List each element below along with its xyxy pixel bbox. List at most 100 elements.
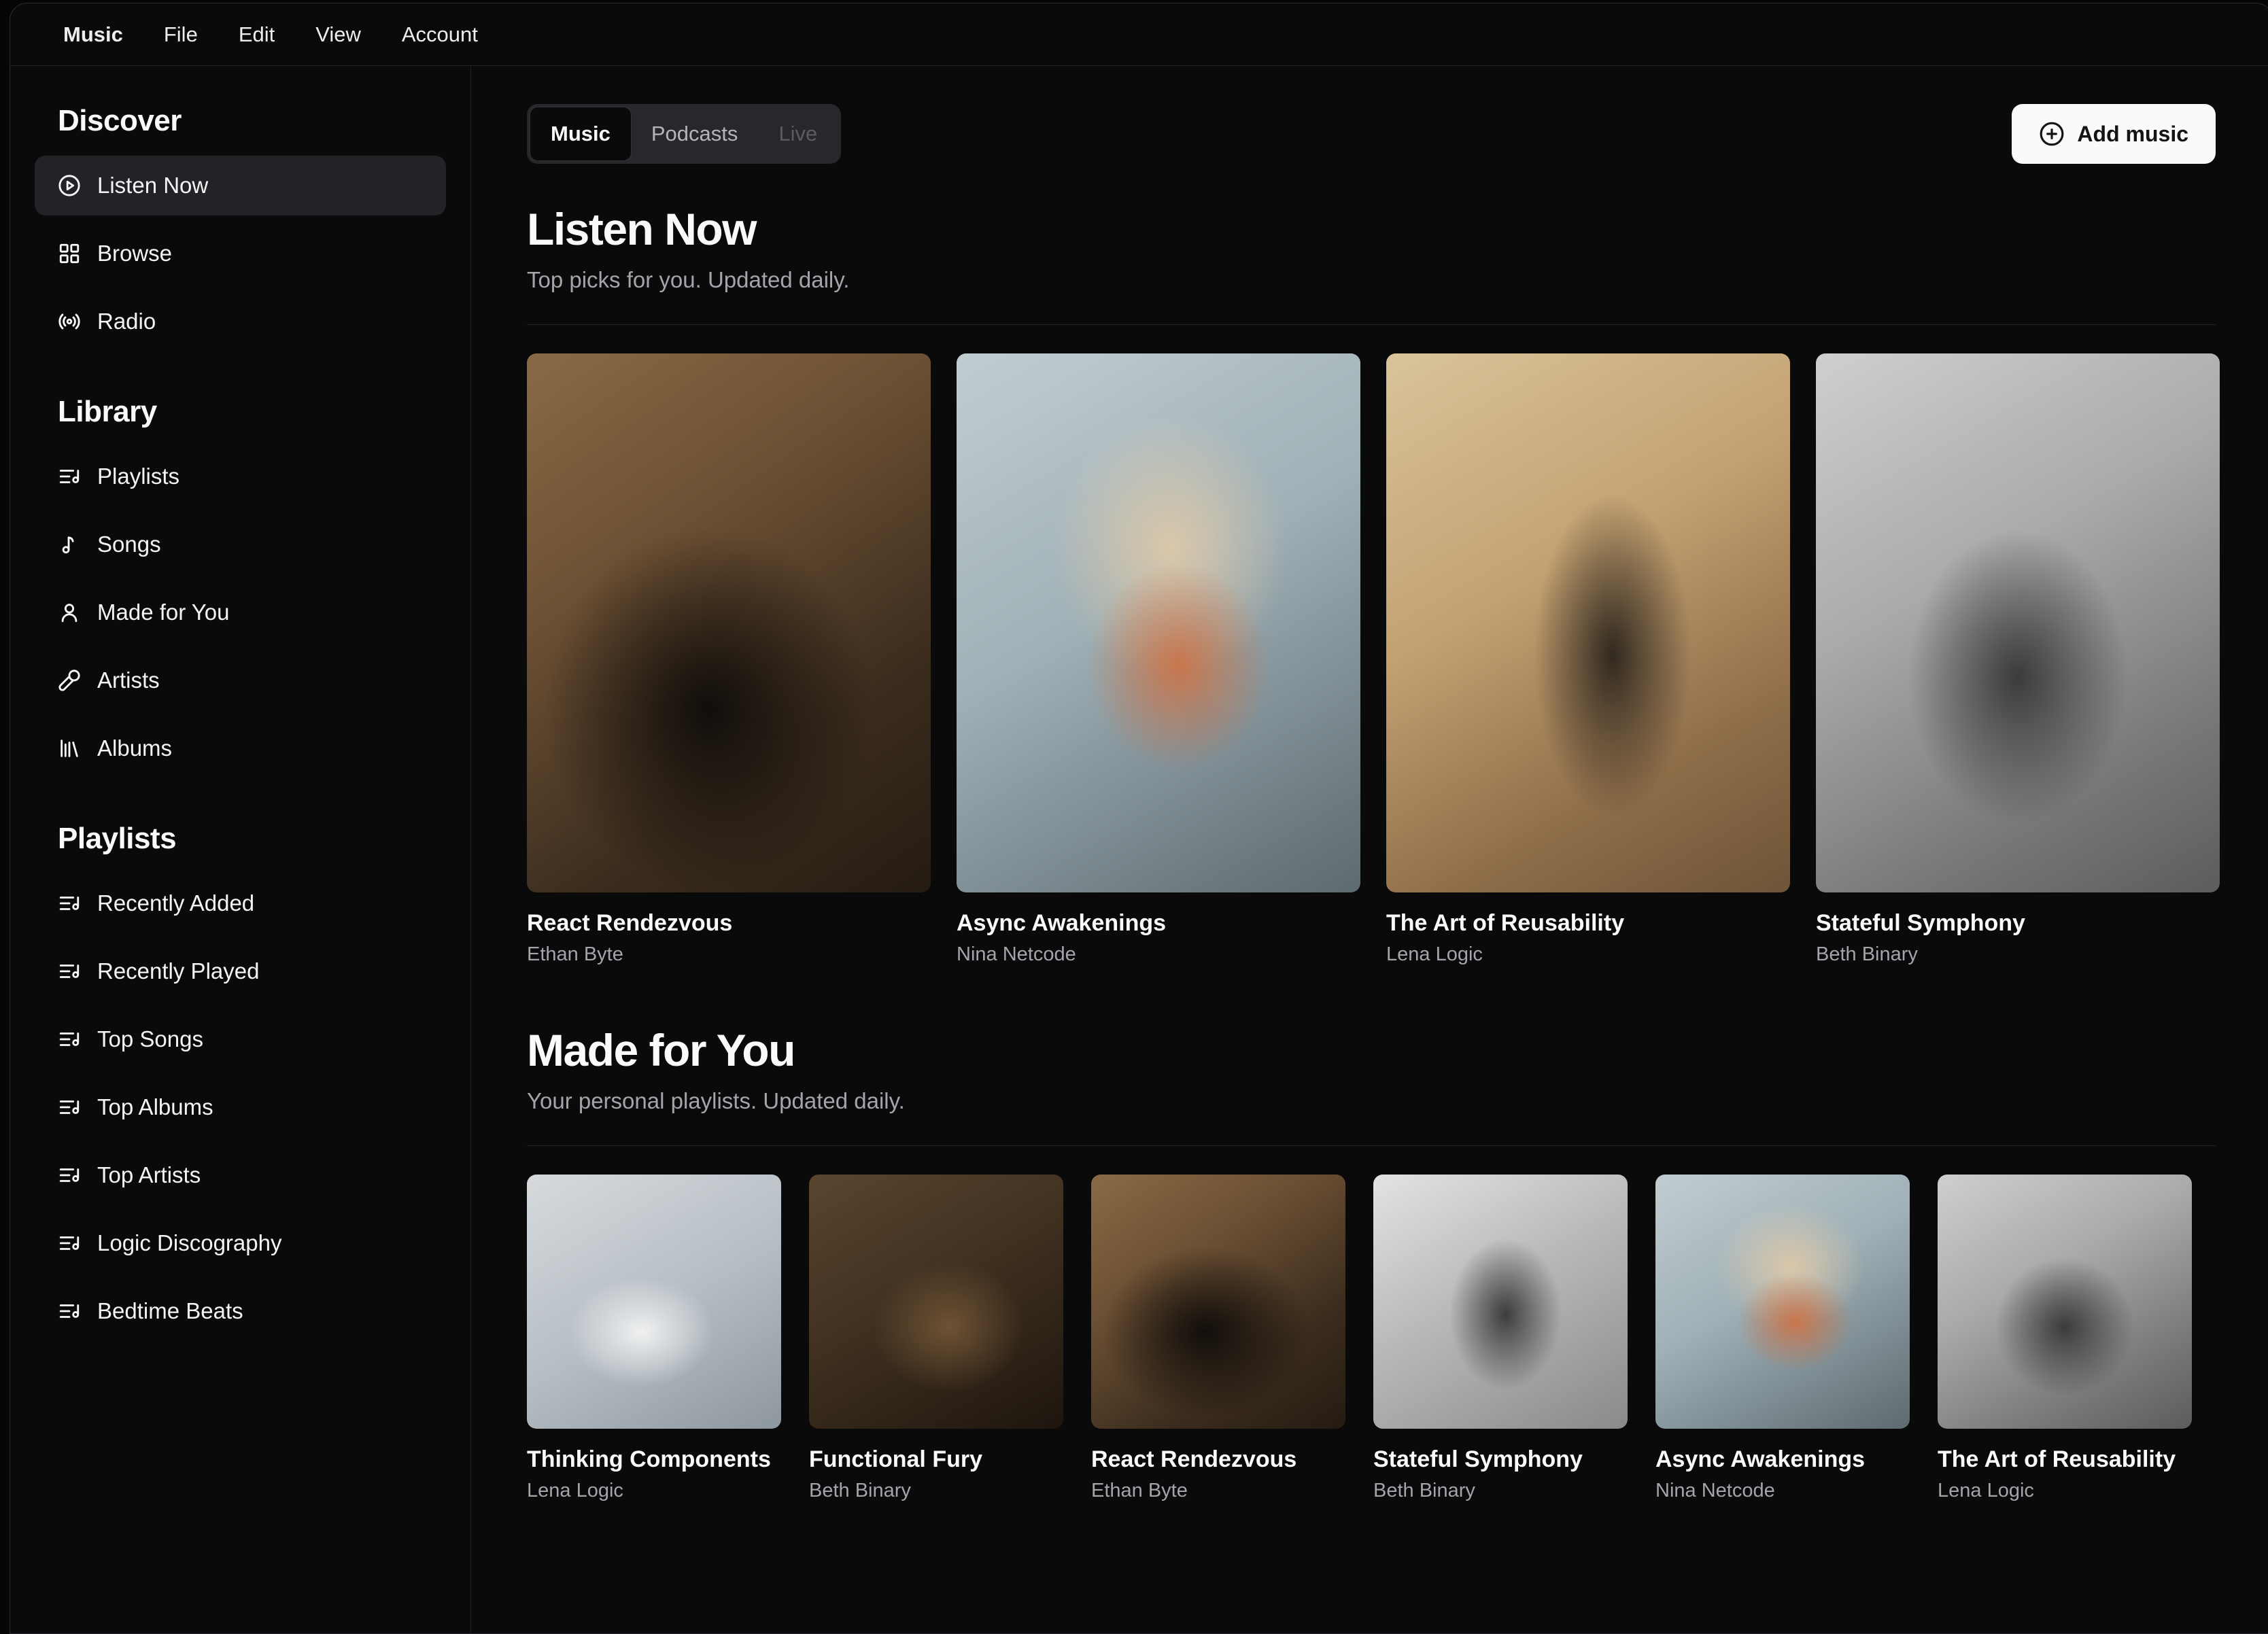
playlist-artist: Lena Logic xyxy=(1938,1480,2192,1502)
sidebar-item-label: Songs xyxy=(97,532,161,557)
add-music-button[interactable]: Add music xyxy=(2012,104,2216,164)
list-music-icon xyxy=(58,1164,81,1187)
album-card[interactable]: Async Awakenings Nina Netcode xyxy=(957,353,1360,966)
separator xyxy=(527,1145,2216,1146)
section-subheading-listen-now: Top picks for you. Updated daily. xyxy=(527,267,2216,293)
topbar: Music Podcasts Live Add music xyxy=(527,104,2216,164)
menu-account[interactable]: Account xyxy=(381,3,498,66)
content-tabs: Music Podcasts Live xyxy=(527,104,841,164)
album-artist: Ethan Byte xyxy=(527,943,931,966)
playlist-cover-image xyxy=(809,1175,1063,1429)
sidebar-heading-discover: Discover xyxy=(35,104,446,138)
made-for-you-card-row: Thinking Components Lena Logic Functiona… xyxy=(527,1175,2216,1502)
tab-music[interactable]: Music xyxy=(530,107,631,160)
tab-podcasts[interactable]: Podcasts xyxy=(631,107,759,160)
list-music-icon xyxy=(58,1028,81,1051)
sidebar-item-logic-discography[interactable]: Logic Discography xyxy=(35,1213,446,1273)
playlist-artist: Beth Binary xyxy=(809,1480,1063,1502)
album-artist: Lena Logic xyxy=(1386,943,1790,966)
sidebar-item-recently-added[interactable]: Recently Added xyxy=(35,873,446,933)
sidebar-item-listen-now[interactable]: Listen Now xyxy=(35,156,446,215)
sidebar-item-playlists[interactable]: Playlists xyxy=(35,447,446,506)
grid-icon xyxy=(58,242,81,265)
play-circle-icon xyxy=(58,174,81,197)
list-music-icon xyxy=(58,1300,81,1323)
album-artist: Beth Binary xyxy=(1816,943,2220,966)
sidebar-item-albums[interactable]: Albums xyxy=(35,718,446,778)
list-music-icon xyxy=(58,465,81,488)
user-icon xyxy=(58,601,81,624)
playlist-artist: Lena Logic xyxy=(527,1480,781,1502)
album-cover-image xyxy=(957,353,1360,892)
sidebar-item-artists[interactable]: Artists xyxy=(35,650,446,710)
menubar: Music File Edit View Account xyxy=(10,3,2268,66)
radio-icon xyxy=(58,310,81,333)
menu-edit[interactable]: Edit xyxy=(218,3,295,66)
album-title: Stateful Symphony xyxy=(1816,910,2220,937)
playlist-title: Thinking Components xyxy=(527,1446,781,1473)
menu-file[interactable]: File xyxy=(143,3,218,66)
sidebar-item-browse[interactable]: Browse xyxy=(35,224,446,283)
sidebar-item-label: Artists xyxy=(97,667,160,693)
playlist-card[interactable]: Functional Fury Beth Binary xyxy=(809,1175,1063,1502)
menu-view[interactable]: View xyxy=(295,3,381,66)
sidebar-item-label: Recently Added xyxy=(97,890,254,916)
sidebar-item-label: Made for You xyxy=(97,599,230,625)
sidebar-item-label: Browse xyxy=(97,241,172,266)
main-content: Music Podcasts Live Add music Listen Now… xyxy=(471,66,2268,1633)
playlist-title: Functional Fury xyxy=(809,1446,1063,1473)
playlist-cover-image xyxy=(527,1175,781,1429)
listen-now-card-row: React Rendezvous Ethan Byte Async Awaken… xyxy=(527,353,2216,966)
album-title: React Rendezvous xyxy=(527,910,931,937)
album-artist: Nina Netcode xyxy=(957,943,1360,966)
list-music-icon xyxy=(58,1232,81,1255)
sidebar-item-label: Bedtime Beats xyxy=(97,1298,243,1324)
playlist-title: Async Awakenings xyxy=(1655,1446,1910,1473)
playlist-card[interactable]: Thinking Components Lena Logic xyxy=(527,1175,781,1502)
playlist-title: Stateful Symphony xyxy=(1373,1446,1628,1473)
album-cover-image xyxy=(1816,353,2220,892)
playlist-card[interactable]: The Art of Reusability Lena Logic xyxy=(1938,1175,2192,1502)
library-icon xyxy=(58,737,81,760)
playlist-card[interactable]: React Rendezvous Ethan Byte xyxy=(1091,1175,1345,1502)
sidebar-item-label: Playlists xyxy=(97,464,179,489)
sidebar-item-top-albums[interactable]: Top Albums xyxy=(35,1077,446,1137)
album-card[interactable]: React Rendezvous Ethan Byte xyxy=(527,353,931,966)
sidebar-item-label: Albums xyxy=(97,735,172,761)
section-heading-listen-now: Listen Now xyxy=(527,203,2216,255)
music-note-icon xyxy=(58,533,81,556)
sidebar-item-recently-played[interactable]: Recently Played xyxy=(35,941,446,1001)
sidebar-item-made-for-you[interactable]: Made for You xyxy=(35,583,446,642)
playlist-card[interactable]: Async Awakenings Nina Netcode xyxy=(1655,1175,1910,1502)
section-subheading-made-for-you: Your personal playlists. Updated daily. xyxy=(527,1088,2216,1114)
sidebar-item-label: Logic Discography xyxy=(97,1230,281,1256)
playlist-title: The Art of Reusability xyxy=(1938,1446,2192,1473)
album-card[interactable]: The Art of Reusability Lena Logic xyxy=(1386,353,1790,966)
sidebar-item-label: Top Artists xyxy=(97,1162,201,1188)
separator xyxy=(527,324,2216,325)
sidebar-item-label: Top Albums xyxy=(97,1094,213,1120)
sidebar-item-label: Recently Played xyxy=(97,958,259,984)
playlist-card[interactable]: Stateful Symphony Beth Binary xyxy=(1373,1175,1628,1502)
playlist-artist: Nina Netcode xyxy=(1655,1480,1910,1502)
sidebar-item-top-artists[interactable]: Top Artists xyxy=(35,1145,446,1205)
sidebar-item-bedtime-beats[interactable]: Bedtime Beats xyxy=(35,1281,446,1341)
list-music-icon xyxy=(58,1096,81,1119)
list-music-icon xyxy=(58,892,81,915)
menu-music[interactable]: Music xyxy=(43,3,143,66)
sidebar-item-songs[interactable]: Songs xyxy=(35,515,446,574)
sidebar-heading-playlists: Playlists xyxy=(35,822,446,856)
album-card[interactable]: Stateful Symphony Beth Binary xyxy=(1816,353,2220,966)
sidebar-section-library: Library Playlists Songs xyxy=(35,395,446,778)
sidebar-item-top-songs[interactable]: Top Songs xyxy=(35,1009,446,1069)
playlist-cover-image xyxy=(1655,1175,1910,1429)
sidebar-item-radio[interactable]: Radio xyxy=(35,292,446,351)
playlist-cover-image xyxy=(1373,1175,1628,1429)
list-music-icon xyxy=(58,960,81,983)
playlist-cover-image xyxy=(1091,1175,1345,1429)
playlist-artist: Beth Binary xyxy=(1373,1480,1628,1502)
sidebar-item-label: Listen Now xyxy=(97,173,208,198)
album-cover-image xyxy=(1386,353,1790,892)
tab-live[interactable]: Live xyxy=(758,107,838,160)
microphone-icon xyxy=(58,669,81,692)
